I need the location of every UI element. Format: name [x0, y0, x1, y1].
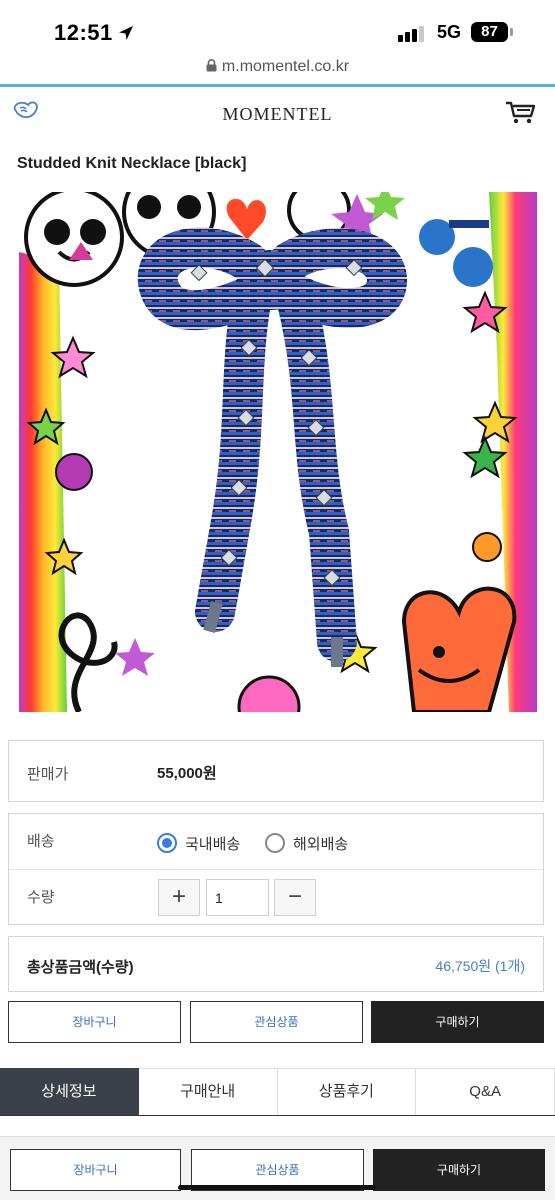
- shipping-overseas-label: 해외배송: [293, 835, 349, 853]
- quantity-input[interactable]: [206, 879, 269, 916]
- buy-now-button[interactable]: 구매하기: [371, 1001, 544, 1043]
- url-bar[interactable]: m.momentel.co.kr: [0, 58, 555, 86]
- quantity-label: 수량: [27, 889, 55, 906]
- option-box: 배송 국내배송 해외배송 수량 + −: [8, 813, 544, 925]
- tab-details[interactable]: 상세정보: [0, 1068, 139, 1115]
- radio-unchecked-icon: [265, 833, 285, 853]
- tab-qna[interactable]: Q&A: [416, 1068, 555, 1115]
- cell-signal-icon: [398, 24, 428, 42]
- price-value: 55,000원: [157, 765, 217, 782]
- sticky-action-bar: 장바구니 관심상품 구매하기: [0, 1136, 555, 1200]
- shipping-domestic-label: 국내배송: [185, 835, 241, 853]
- shipping-overseas-radio[interactable]: 해외배송: [265, 832, 348, 854]
- sticky-add-to-cart-button[interactable]: 장바구니: [10, 1149, 181, 1191]
- product-title: Studded Knit Necklace [black]: [17, 155, 247, 172]
- wishlist-button[interactable]: 관심상품: [190, 1001, 363, 1043]
- battery-icon: 87: [471, 22, 508, 42]
- detail-tabs: 상세정보 구매안내 상품후기 Q&A: [0, 1068, 555, 1116]
- radio-checked-icon: [157, 833, 177, 853]
- price-label: 판매가: [27, 766, 69, 783]
- product-image[interactable]: [19, 192, 537, 712]
- network-type: 5G: [437, 22, 462, 42]
- sticky-buy-now-button[interactable]: 구매하기: [373, 1149, 545, 1191]
- site-header: MOMENTEL: [0, 92, 555, 132]
- brand-logo[interactable]: MOMENTEL: [0, 104, 555, 125]
- battery-tip: [510, 28, 513, 36]
- tab-purchase-guide[interactable]: 구매안내: [138, 1068, 278, 1115]
- shipping-domestic-radio[interactable]: 국내배송: [157, 832, 240, 854]
- shipping-label: 배송: [27, 833, 55, 850]
- page-load-progress: [0, 84, 555, 87]
- quantity-decrease-button[interactable]: −: [274, 879, 316, 916]
- cart-icon[interactable]: [505, 99, 537, 125]
- total-value: 46,750원 (1개): [435, 958, 525, 974]
- option-divider: [9, 869, 543, 870]
- tab-reviews[interactable]: 상품후기: [277, 1068, 417, 1115]
- location-arrow-icon: [119, 26, 133, 40]
- total-box: 총상품금액(수량) 46,750원 (1개): [8, 936, 544, 992]
- quantity-increase-button[interactable]: +: [158, 879, 200, 916]
- status-time: 12:51: [54, 20, 113, 45]
- price-box: 판매가 55,000원: [8, 740, 544, 802]
- home-indicator: [178, 1185, 376, 1190]
- add-to-cart-button[interactable]: 장바구니: [8, 1001, 181, 1043]
- status-bar: 12:51 5G 87: [0, 0, 555, 62]
- url-text: m.momentel.co.kr: [221, 58, 350, 75]
- lock-icon: [206, 59, 217, 72]
- total-label: 총상품금액(수량): [27, 959, 134, 976]
